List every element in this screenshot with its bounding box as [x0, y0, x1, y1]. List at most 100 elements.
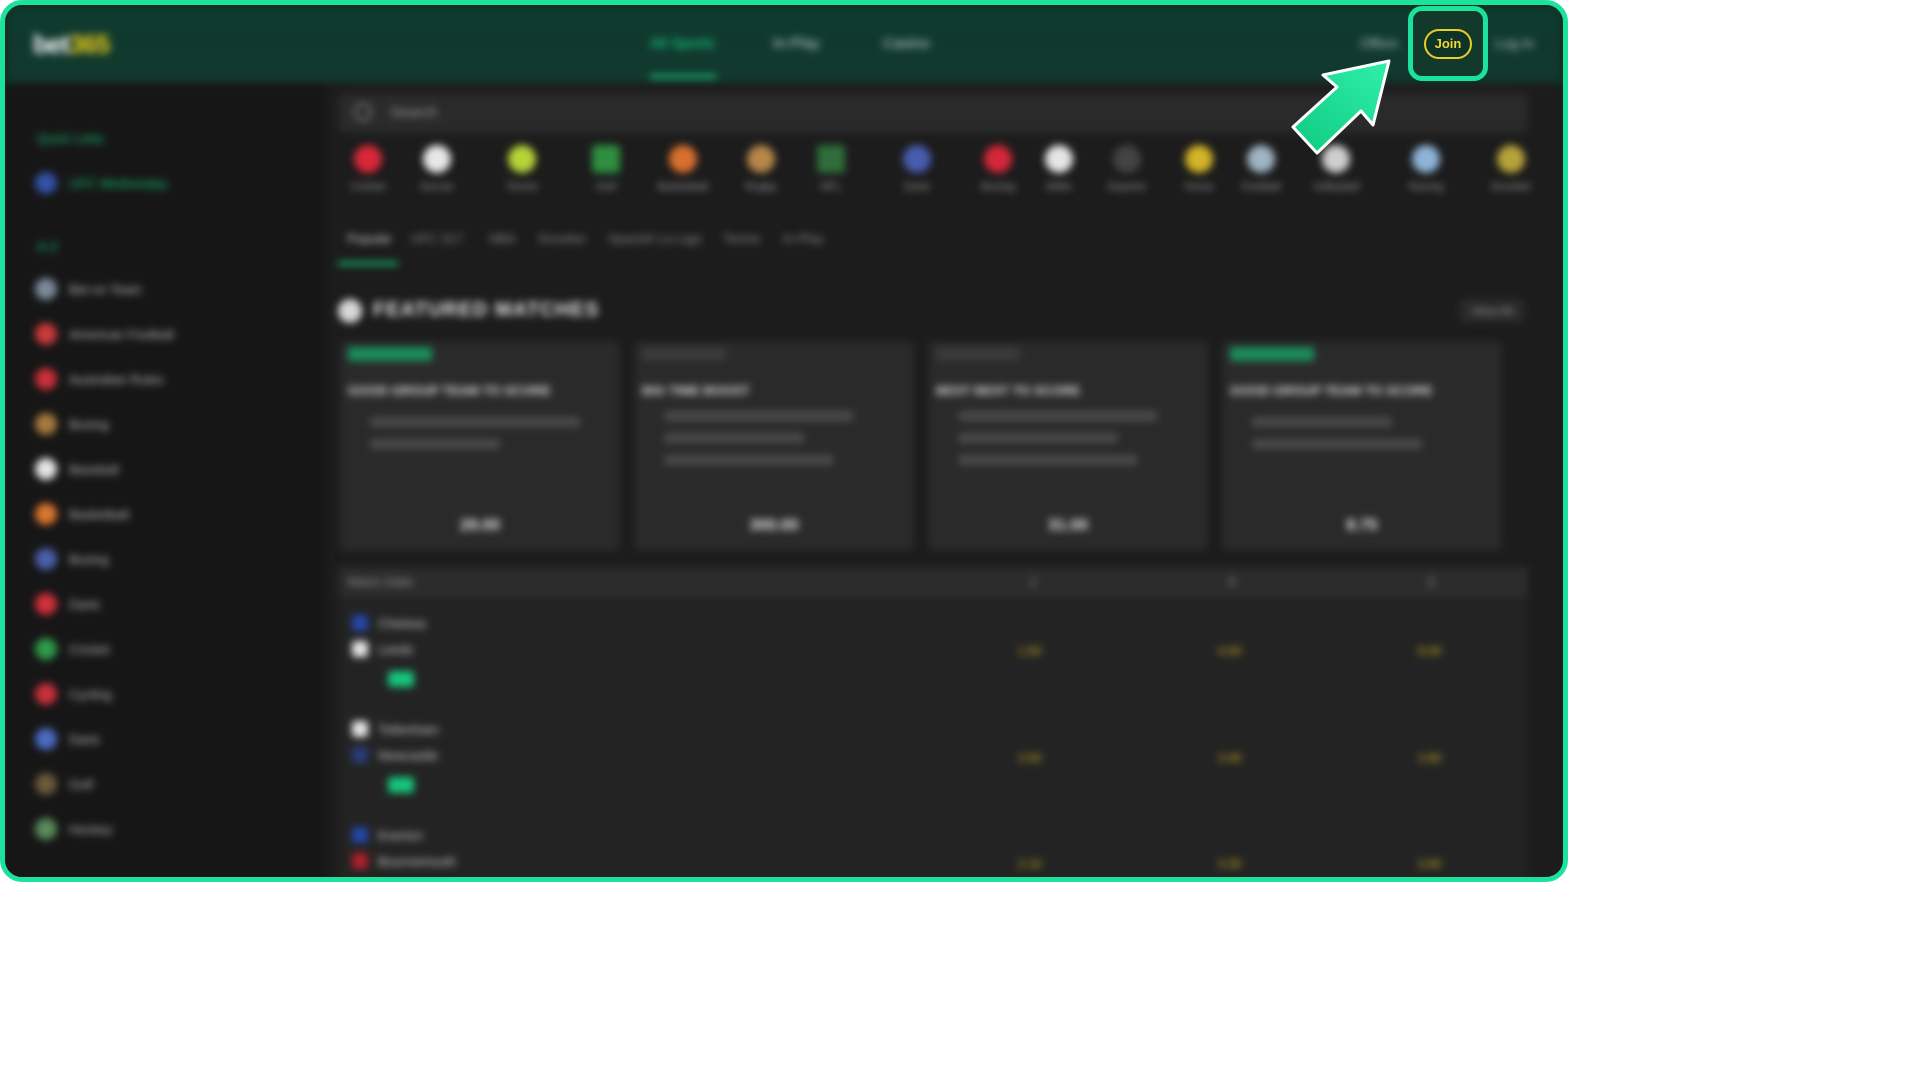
card-odds[interactable]: 31.00 — [928, 517, 1208, 535]
bet365-logo[interactable]: bet365 — [33, 29, 110, 60]
featured-card[interactable]: GOOD GROUP TEAM TO SCORE 8.75 — [1222, 341, 1502, 551]
odds-cell[interactable]: 2.50 — [1018, 751, 1041, 765]
sport-tab[interactable]: Tennis — [482, 145, 562, 193]
sport-tab[interactable]: Rugby — [721, 145, 801, 193]
sport-label: Rugby — [745, 181, 777, 193]
football-icon — [1247, 145, 1275, 173]
sidebar-item[interactable]: Australian Rules — [35, 367, 164, 391]
login-link[interactable]: Log In — [1495, 35, 1534, 51]
subtab[interactable]: NBA — [489, 231, 516, 246]
sidebar-heading-a-z: A-Z — [37, 239, 58, 254]
sidebar-item-label: UFC Wednesday — [69, 175, 168, 191]
nav-casino[interactable]: Casino — [883, 35, 930, 52]
odds-cell[interactable]: 2.80 — [1418, 751, 1441, 765]
odds-cell[interactable]: 2.10 — [1018, 857, 1041, 871]
sport-icon — [35, 368, 57, 390]
team-away[interactable]: Leeds — [352, 641, 413, 657]
sport-icon — [35, 728, 57, 750]
sidebar-item[interactable]: Golf — [35, 772, 93, 796]
card-odds[interactable]: 29.00 — [340, 517, 620, 535]
subtab[interactable]: Spanish La Liga — [608, 231, 701, 246]
odds-cell[interactable]: 3.60 — [1418, 857, 1441, 871]
sport-tab[interactable]: Snooker — [1471, 145, 1551, 193]
odds-cell[interactable]: 6.00 — [1418, 644, 1441, 658]
team-badge-icon — [352, 615, 368, 631]
sport-tab[interactable]: Basketball — [643, 145, 723, 193]
nav-all-sports[interactable]: All Sports — [650, 35, 714, 52]
search-icon — [354, 103, 372, 121]
soccer-ball-icon — [423, 145, 451, 173]
team-home[interactable]: Chelsea — [352, 615, 426, 631]
sidebar-item[interactable]: Boxing — [35, 547, 109, 571]
team-badge-icon — [352, 853, 368, 869]
odds-cell[interactable]: 3.30 — [1218, 857, 1241, 871]
team-home[interactable]: Everton — [352, 827, 423, 843]
featured-card[interactable]: BEST BEST TO SCORE 31.00 — [928, 341, 1208, 551]
subtab[interactable]: UFC 317 — [411, 231, 463, 246]
darts-icon — [903, 145, 931, 173]
subtab[interactable]: In-Play — [783, 231, 823, 246]
sidebar-item[interactable]: Boxing — [35, 412, 109, 436]
selection-line — [958, 433, 1118, 443]
join-button[interactable]: Join — [1424, 29, 1472, 59]
team-badge-icon — [352, 747, 368, 763]
team-home[interactable]: Tottenham — [352, 721, 439, 737]
sport-tab[interactable]: Soccer — [397, 145, 477, 193]
team-away[interactable]: Bournemouth — [352, 853, 456, 869]
col-header: X — [1228, 575, 1237, 589]
sport-label: Basketball — [657, 181, 709, 193]
sidebar-item-label: Cycling — [69, 686, 112, 702]
team-name: Leeds — [378, 641, 414, 657]
view-all-button[interactable]: View All — [1459, 299, 1525, 323]
sport-icon — [35, 503, 57, 525]
sidebar-item-featured[interactable]: UFC Wednesday — [35, 171, 168, 195]
nav-in-play[interactable]: In-Play — [773, 35, 820, 52]
sport-label: Tennis — [506, 181, 538, 193]
card-title: GOOD GROUP TEAM TO SCORE — [1230, 383, 1433, 398]
match-odds-table: Match Odds 1 X 2 Chelsea Leeds 1.50 4.50… — [338, 567, 1528, 877]
sport-icon — [35, 638, 57, 660]
sport-tab[interactable]: Golf — [566, 145, 646, 193]
featured-matches-title: FEATURED MATCHES — [373, 299, 600, 321]
subtab-popular[interactable]: Popular — [347, 231, 392, 246]
table-header: Match Odds 1 X 2 — [338, 567, 1528, 597]
selection-line — [1252, 439, 1422, 449]
col-header: 2 — [1428, 575, 1435, 589]
sidebar-item-label: Boxing — [69, 551, 109, 567]
sport-label: Football — [1241, 181, 1281, 193]
selection-line — [370, 439, 500, 449]
subtab[interactable]: Snooker — [538, 231, 586, 246]
sport-tab[interactable]: Esports — [1087, 145, 1167, 193]
screenshot-frame: bet365 All Sports In-Play Casino Offers … — [0, 0, 1568, 882]
sport-tab[interactable]: Cricket — [328, 145, 408, 193]
odds-cell[interactable]: 1.50 — [1018, 644, 1041, 658]
tennis-ball-icon — [508, 145, 536, 173]
sidebar-item-label: American Football — [69, 326, 174, 342]
featured-card[interactable]: BIG TIME BOOST 300.00 — [634, 341, 914, 551]
sidebar-item[interactable]: Basketball — [35, 502, 129, 526]
sport-label: Cricket — [350, 181, 386, 193]
sidebar-item[interactable]: Baseball — [35, 457, 119, 481]
card-odds[interactable]: 8.75 — [1222, 517, 1502, 535]
featured-card[interactable]: GOOD GROUP TEAM TO SCORE 29.00 — [340, 341, 620, 551]
odds-cell[interactable]: 3.40 — [1218, 751, 1241, 765]
selection-line — [370, 417, 580, 427]
sidebar-item[interactable]: Cricket — [35, 637, 109, 661]
subtab[interactable]: Tennis — [723, 231, 761, 246]
card-tag — [348, 347, 432, 361]
odds-cell[interactable]: 4.50 — [1218, 644, 1241, 658]
sport-tab[interactable]: Racing — [1386, 145, 1466, 193]
sport-tab[interactable]: Darts — [877, 145, 957, 193]
search-placeholder: Search — [390, 104, 438, 121]
sidebar-item[interactable]: Cycling — [35, 682, 112, 706]
offers-link[interactable]: Offers — [1360, 35, 1398, 51]
sidebar-item[interactable]: Darts — [35, 727, 100, 751]
sidebar-item[interactable]: Hockey — [35, 817, 112, 841]
sidebar-item[interactable]: Bet on Team — [35, 277, 142, 301]
team-away[interactable]: Newcastle — [352, 747, 438, 763]
sidebar-item[interactable]: American Football — [35, 322, 174, 346]
card-odds[interactable]: 300.00 — [634, 517, 914, 535]
sidebar-item[interactable]: Darts — [35, 592, 100, 616]
sport-tab[interactable]: NFL — [791, 145, 871, 193]
mma-icon — [1045, 145, 1073, 173]
